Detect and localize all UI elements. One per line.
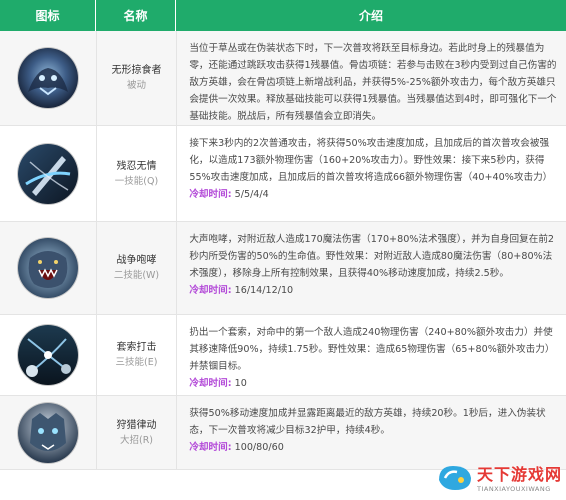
hunter-face-icon: [17, 402, 78, 463]
skill-desc: 接下来3秒内的2次普通攻击，将获得50%攻击速度加成，且加成后的首次普攻会被强化…: [189, 138, 553, 183]
header-desc-col: 介绍: [358, 9, 383, 23]
header-name-col: 名称: [96, 0, 176, 31]
roaring-beast-icon: [17, 238, 78, 298]
skill-desc: 获得50%移动速度加成并显露距离最近的敌方英雄，持续20秒。1秒后，进入伪装状态…: [189, 408, 546, 436]
icon-cell: [0, 396, 97, 469]
skill-type: 三技能(E): [115, 357, 158, 368]
skill-type: 被动: [126, 80, 146, 91]
skill-name: 套索打击: [116, 342, 157, 353]
table-row-r: 狩猎律动 大招(R) 获得50%移动速度加成并显露距离最近的敌方英雄，持续20秒…: [0, 396, 566, 470]
cooldown-label: 冷却时间:: [189, 442, 232, 453]
cooldown-value: 5/5/4/4: [234, 189, 269, 200]
skill-name: 残忍无情: [116, 160, 157, 172]
skill-type: 二技能(W): [113, 270, 160, 281]
skill-name: 战争咆哮: [116, 255, 157, 266]
watermark-subtitle: TIANXIAYOUXIWANG: [476, 485, 551, 493]
table-row-w: 战争咆哮 二技能(W) 大声咆哮，对附近敌人造成170魔法伤害（170+80%法…: [0, 222, 566, 315]
skill-name: 狩猎律动: [116, 419, 157, 431]
icon-cell: [0, 315, 97, 395]
icon-cell: [0, 31, 97, 125]
name-cell: 战争咆哮 二技能(W): [96, 222, 178, 314]
skill-type: 一技能(Q): [114, 175, 159, 187]
icon-cell: [0, 126, 97, 221]
cooldown-label: 冷却时间:: [189, 285, 232, 296]
desc-cell: 大声咆哮，对附近敌人造成170魔法伤害（170+80%法术强度），并为自身回复在…: [177, 222, 566, 314]
site-watermark: 天下游戏网 TIANXIAYOUXIWANG: [435, 460, 562, 494]
cooldown-value: 10: [234, 378, 247, 389]
cooldown-value: 16/14/12/10: [234, 285, 294, 296]
name-cell: 残忍无情 一技能(Q): [96, 126, 178, 221]
blade-slash-icon: [17, 143, 78, 204]
desc-cell: 接下来3秒内的2次普通攻击，将获得50%攻击速度加成，且加成后的首次普攻会被强化…: [177, 126, 566, 221]
bola-throw-icon: [17, 325, 78, 385]
site-logo-icon: [438, 466, 471, 490]
desc-cell: 扔出一个套索，对命中的第一个敌人造成240物理伤害（240+80%额外攻击力）并…: [177, 315, 566, 395]
table-header: 图标 名称 介绍: [0, 0, 566, 31]
watermark-title: 天下游戏网: [476, 465, 562, 484]
shadow-wolf-icon: [17, 48, 78, 108]
icon-cell: [0, 222, 97, 314]
name-cell: 套索打击 三技能(E): [96, 315, 178, 395]
cooldown-line: 冷却时间: 100/80/60: [189, 439, 558, 456]
header-icon-col: 图标: [0, 0, 96, 31]
table-row-passive: 无形掠食者 被动 当位于草丛或在伪装状态下时，下一次普攻将跃至目标身边。若此时身…: [0, 31, 566, 126]
skill-desc: 当位于草丛或在伪装状态下时，下一次普攻将跃至目标身边。若此时身上的残暴值为零，还…: [189, 43, 557, 122]
desc-cell: 当位于草丛或在伪装状态下时，下一次普攻将跃至目标身边。若此时身上的残暴值为零，还…: [177, 31, 566, 125]
cooldown-line: 冷却时间: 5/5/4/4: [189, 186, 558, 203]
cooldown-label: 冷却时间:: [189, 189, 232, 200]
skill-desc: 大声咆哮，对附近敌人造成170魔法伤害（170+80%法术强度），并为自身回复在…: [189, 234, 555, 279]
skill-name: 无形掠食者: [111, 65, 162, 76]
table-row-e: 套索打击 三技能(E) 扔出一个套索，对命中的第一个敌人造成240物理伤害（24…: [0, 315, 566, 396]
cooldown-value: 100/80/60: [234, 442, 284, 453]
skill-type: 大招(R): [119, 434, 153, 446]
name-cell: 狩猎律动 大招(R): [96, 396, 178, 469]
desc-cell: 获得50%移动速度加成并显露距离最近的敌方英雄，持续20秒。1秒后，进入伪装状态…: [177, 396, 566, 469]
skill-desc: 扔出一个套索，对命中的第一个敌人造成240物理伤害（240+80%额外攻击力）并…: [189, 327, 555, 372]
cooldown-line: 冷却时间: 16/14/12/10: [189, 282, 558, 299]
cooldown-label: 冷却时间:: [189, 378, 232, 389]
cooldown-line: 冷却时间: 10: [189, 375, 558, 392]
name-cell: 无形掠食者 被动: [96, 31, 178, 125]
table-row-q: 残忍无情 一技能(Q) 接下来3秒内的2次普通攻击，将获得50%攻击速度加成，且…: [0, 126, 566, 222]
